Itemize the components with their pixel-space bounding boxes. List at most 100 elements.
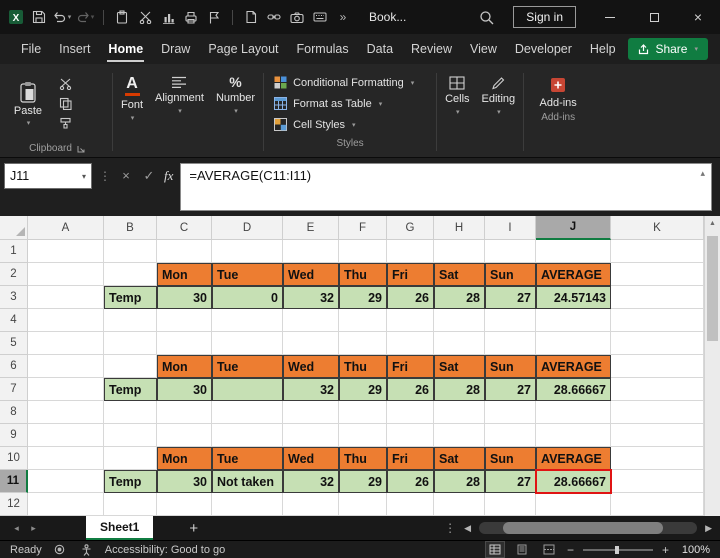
cell-F1[interactable] (339, 240, 387, 263)
cell-A12[interactable] (28, 493, 104, 516)
cell-I12[interactable] (485, 493, 536, 516)
cell-D11[interactable]: Not taken (212, 470, 283, 493)
cell-styles-button[interactable]: Cell Styles ▾ (274, 114, 426, 135)
cell-G2[interactable]: Fri (387, 263, 434, 286)
cell-A11[interactable] (28, 470, 104, 493)
cell-E10[interactable]: Wed (283, 447, 339, 470)
horizontal-scrollbar[interactable] (479, 522, 698, 534)
cell-G12[interactable] (387, 493, 434, 516)
maximize-button[interactable] (632, 0, 676, 34)
cell-D2[interactable]: Tue (212, 263, 283, 286)
row-header-10[interactable]: 10 (0, 447, 28, 470)
cell-J2[interactable]: AVERAGE (536, 263, 611, 286)
cell-A10[interactable] (28, 447, 104, 470)
cell-D3[interactable]: 0 (212, 286, 283, 309)
cell-K1[interactable] (611, 240, 704, 263)
excel-app-icon[interactable]: X (6, 5, 26, 29)
column-header-K[interactable]: K (611, 216, 704, 240)
select-all-button[interactable] (0, 216, 28, 240)
cell-H2[interactable]: Sat (434, 263, 485, 286)
row-header-2[interactable]: 2 (0, 263, 28, 286)
cell-E5[interactable] (283, 332, 339, 355)
addins-button[interactable]: Add-ins (526, 67, 590, 109)
cell-G5[interactable] (387, 332, 434, 355)
number-group-button[interactable]: % Number ▾ (210, 67, 261, 157)
tab-file[interactable]: File (12, 35, 50, 63)
cell-F12[interactable] (339, 493, 387, 516)
cell-D7[interactable] (212, 378, 283, 401)
paste-button[interactable]: Paste ▾ (4, 67, 52, 140)
cell-E2[interactable]: Wed (283, 263, 339, 286)
cell-I4[interactable] (485, 309, 536, 332)
macro-record-icon[interactable] (51, 542, 69, 557)
cell-B1[interactable] (104, 240, 157, 263)
link-icon[interactable] (264, 5, 284, 29)
scroll-up-icon[interactable]: ▲ (705, 216, 720, 231)
cell-E12[interactable] (283, 493, 339, 516)
row-header-8[interactable]: 8 (0, 401, 28, 424)
formula-input[interactable]: =AVERAGE(C11:I11) ▴ (180, 163, 712, 211)
column-header-J[interactable]: J (536, 216, 611, 240)
cell-B8[interactable] (104, 401, 157, 424)
cell-A4[interactable] (28, 309, 104, 332)
new-sheet-button[interactable]: + (189, 520, 198, 537)
cell-C11[interactable]: 30 (157, 470, 212, 493)
cell-J3[interactable]: 24.57143 (536, 286, 611, 309)
cell-F2[interactable]: Thu (339, 263, 387, 286)
cell-F7[interactable]: 29 (339, 378, 387, 401)
cell-J9[interactable] (536, 424, 611, 447)
name-box[interactable]: J11 ▾ (4, 163, 92, 189)
close-button[interactable]: × (676, 0, 720, 34)
cell-D4[interactable] (212, 309, 283, 332)
cell-B11[interactable]: Temp (104, 470, 157, 493)
cell-G6[interactable]: Fri (387, 355, 434, 378)
cell-E6[interactable]: Wed (283, 355, 339, 378)
cell-J11[interactable]: 28.66667 (535, 469, 612, 494)
cell-I10[interactable]: Sun (485, 447, 536, 470)
conditional-formatting-button[interactable]: Conditional Formatting ▾ (274, 72, 426, 93)
row-header-7[interactable]: 7 (0, 378, 28, 401)
touch-keyboard-icon[interactable] (310, 5, 330, 29)
format-as-table-button[interactable]: Format as Table ▾ (274, 93, 426, 114)
column-header-H[interactable]: H (434, 216, 485, 240)
cell-J6[interactable]: AVERAGE (536, 355, 611, 378)
tab-help[interactable]: Help (581, 35, 625, 63)
column-header-E[interactable]: E (283, 216, 339, 240)
cell-K8[interactable] (611, 401, 704, 424)
printer-icon[interactable] (181, 5, 201, 29)
zoom-out-icon[interactable]: − (567, 543, 574, 557)
vertical-scroll-thumb[interactable] (707, 236, 718, 341)
cell-J10[interactable]: AVERAGE (536, 447, 611, 470)
cell-I5[interactable] (485, 332, 536, 355)
chart-icon[interactable] (158, 5, 178, 29)
cell-B7[interactable]: Temp (104, 378, 157, 401)
cell-C10[interactable]: Mon (157, 447, 212, 470)
cell-H9[interactable] (434, 424, 485, 447)
name-box-caret-icon[interactable]: ▾ (82, 172, 86, 181)
cut-icon[interactable] (135, 5, 155, 29)
cell-B12[interactable] (104, 493, 157, 516)
normal-view-icon[interactable] (484, 541, 505, 558)
cell-K2[interactable] (611, 263, 704, 286)
formula-bar-handle-icon[interactable]: ⋮ (99, 169, 111, 183)
flag-icon[interactable] (204, 5, 224, 29)
accessibility-icon[interactable] (78, 542, 96, 557)
cell-I3[interactable]: 27 (485, 286, 536, 309)
sheet-nav-next-icon[interactable]: ▸ (25, 523, 42, 534)
cell-K11[interactable] (611, 470, 704, 493)
cell-H11[interactable]: 28 (434, 470, 485, 493)
cell-D1[interactable] (212, 240, 283, 263)
font-group-button[interactable]: A Font ▾ (115, 67, 149, 157)
zoom-slider-thumb[interactable] (614, 545, 619, 554)
cell-G4[interactable] (387, 309, 434, 332)
tab-page-layout[interactable]: Page Layout (199, 35, 287, 63)
cell-I6[interactable]: Sun (485, 355, 536, 378)
row-header-11[interactable]: 11 (0, 470, 28, 493)
cell-F6[interactable]: Thu (339, 355, 387, 378)
search-icon[interactable] (471, 0, 501, 34)
cell-B4[interactable] (104, 309, 157, 332)
insert-function-button[interactable]: fx (164, 168, 173, 184)
tab-formulas[interactable]: Formulas (288, 35, 358, 63)
column-header-I[interactable]: I (485, 216, 536, 240)
cell-G11[interactable]: 26 (387, 470, 434, 493)
